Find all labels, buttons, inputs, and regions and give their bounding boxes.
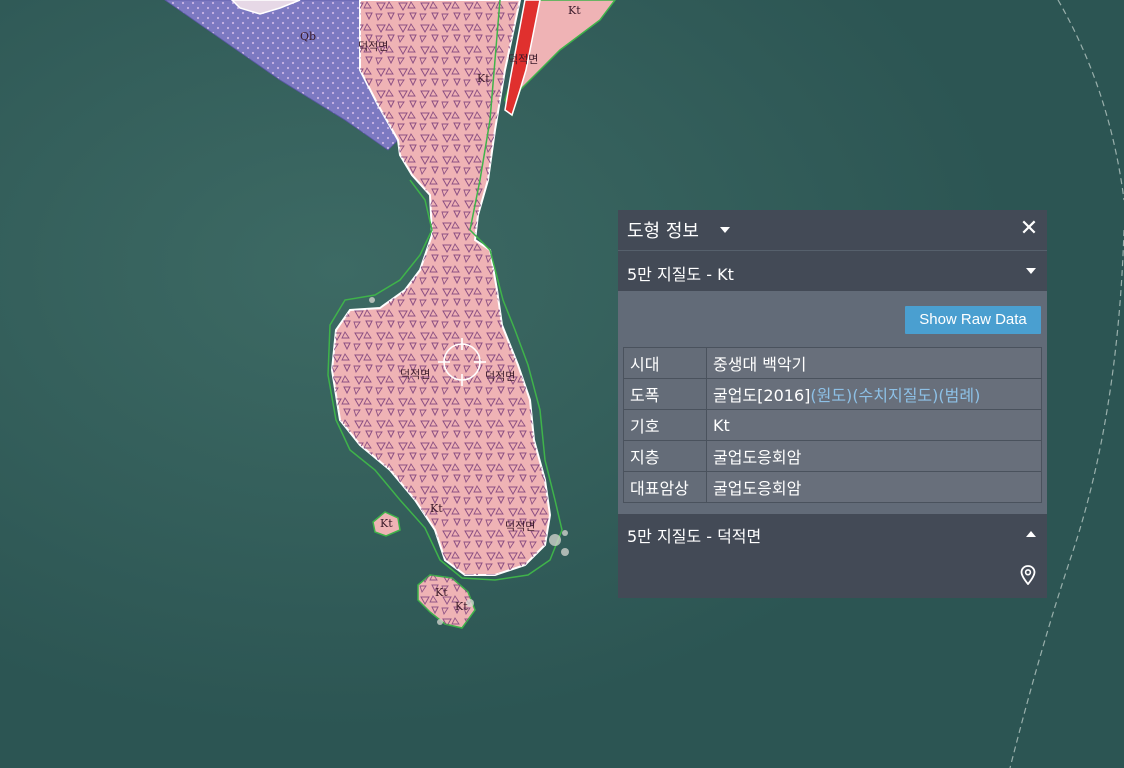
layer-section-header[interactable]: 5만 지질도 - Kt	[618, 251, 1047, 291]
map-label-deokjeok: 덕적면	[400, 368, 430, 381]
attr-key: 도폭	[623, 378, 707, 410]
table-row: 시대 중생대 백악기	[623, 347, 1042, 379]
show-raw-data-button[interactable]: Show Raw Data	[905, 306, 1041, 334]
attr-value: Kt	[706, 409, 1042, 441]
feature-info-panel: 도형 정보 ✕ 5만 지질도 - Kt Show Raw Data 시대 중생대…	[618, 210, 1047, 598]
attr-value-sheet: 굴업도[2016](원도)(수치지질도)(범례)	[706, 378, 1042, 410]
map-label-kt: Kt	[435, 586, 448, 599]
digital-map-link[interactable]: (수치지질도)	[852, 386, 938, 405]
map-label-kt: Kt	[430, 502, 443, 515]
legend-link[interactable]: (범례)	[938, 386, 980, 405]
attribute-table: 시대 중생대 백악기 도폭 굴업도[2016](원도)(수치지질도)(범례) 기…	[623, 347, 1042, 503]
table-row: 지층 굴업도응회암	[623, 440, 1042, 472]
layer-section-title: 5만 지질도 - Kt	[627, 265, 734, 284]
attr-value: 굴업도응회암	[706, 471, 1042, 503]
original-map-link[interactable]: (원도)	[810, 386, 852, 405]
map-label-qb: Qb	[300, 30, 316, 43]
caret-down-icon[interactable]	[1026, 268, 1036, 274]
map-label-deokjeok: 덕적면	[505, 520, 535, 533]
second-layer-title[interactable]: 5만 지질도 - 덕적면	[627, 523, 761, 547]
attr-key: 시대	[623, 347, 707, 379]
table-row: 대표암상 굴업도응회암	[623, 471, 1042, 503]
panel-header: 도형 정보 ✕	[618, 210, 1047, 251]
map-label-deokjeok: 덕적면	[485, 370, 515, 383]
caret-down-icon[interactable]	[720, 227, 730, 233]
map-label-deokjeok: 덕적면	[508, 53, 538, 66]
map-label-kt: Kt	[380, 517, 393, 530]
map-pin-icon[interactable]	[1020, 565, 1036, 585]
map-label-deokjeok: 덕적면	[358, 40, 388, 53]
attr-value: 굴업도응회암	[706, 440, 1042, 472]
map-label-kt: Kt	[477, 72, 490, 85]
table-row: 기호 Kt	[623, 409, 1042, 441]
map-label-kt: Kt	[568, 4, 581, 17]
panel-title[interactable]: 도형 정보	[627, 217, 699, 243]
table-row: 도폭 굴업도[2016](원도)(수치지질도)(범례)	[623, 378, 1042, 410]
attr-key: 대표암상	[623, 471, 707, 503]
second-layer-section: 5만 지질도 - 덕적면	[618, 514, 1047, 598]
caret-up-icon[interactable]	[1026, 531, 1036, 537]
attr-key: 기호	[623, 409, 707, 441]
sheet-name: 굴업도[2016]	[713, 386, 811, 405]
close-button[interactable]: ✕	[1019, 218, 1039, 240]
map-label-kt: Kt	[455, 600, 468, 613]
attr-value: 중생대 백악기	[706, 347, 1042, 379]
attr-key: 지층	[623, 440, 707, 472]
